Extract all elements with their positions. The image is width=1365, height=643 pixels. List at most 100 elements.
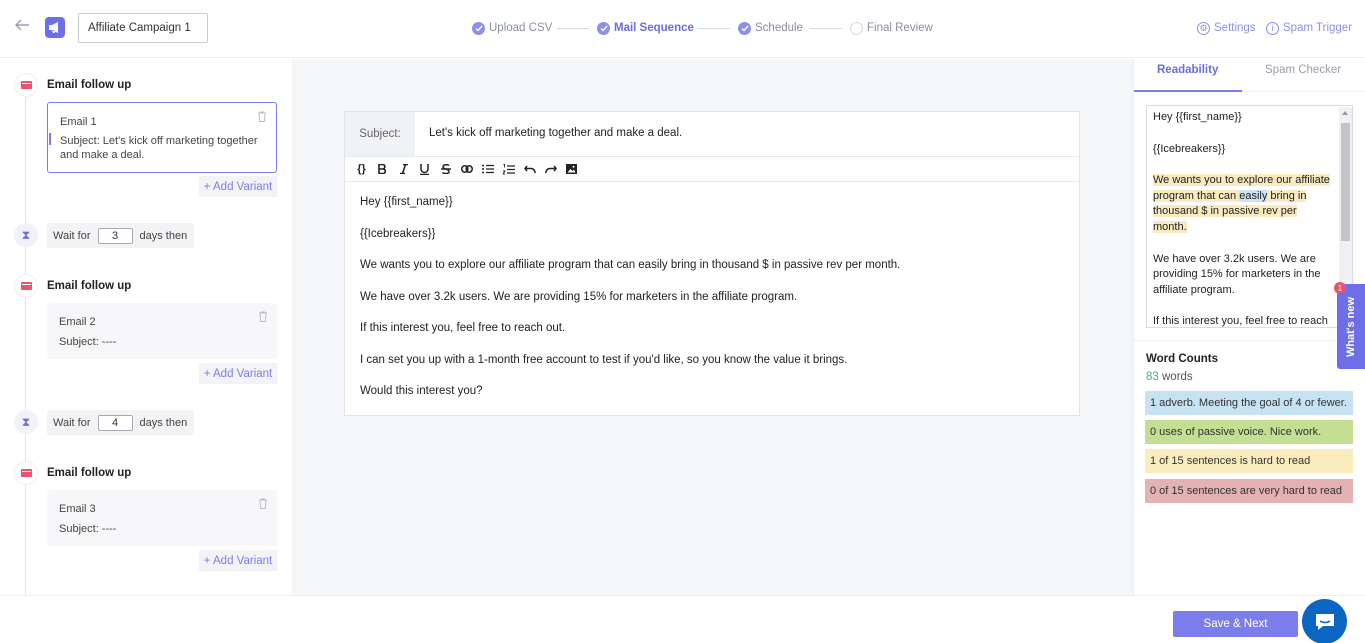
wait-days-input[interactable] <box>97 227 133 244</box>
underline-icon[interactable] <box>414 159 435 179</box>
stat-very-hard-sentences: 0 of 15 sentences are very hard to read <box>1145 479 1353 503</box>
step-mail-sequence[interactable]: Mail Sequence <box>597 20 694 36</box>
add-variant-button[interactable]: + Add Variant <box>199 176 277 197</box>
section-title: Email follow up <box>47 79 132 91</box>
word-counts-title: Word Counts <box>1146 353 1218 365</box>
formatting-toolbar: {} <box>345 157 1079 182</box>
editor-area: Subject: Let's kick off marketing togeth… <box>292 59 1133 595</box>
step-connector <box>698 28 730 29</box>
mail-icon <box>14 274 38 298</box>
tab-readability[interactable]: Readability <box>1157 64 1218 76</box>
words-label: words <box>1162 371 1193 383</box>
scroll-thumb[interactable] <box>1341 123 1350 241</box>
sequence-sidebar: Email follow up Email 1 Subject: Let's k… <box>0 59 292 595</box>
subject-label: Subject: <box>345 112 415 156</box>
mail-icon <box>14 73 38 97</box>
footer-bar: Save & Next <box>0 595 1365 643</box>
mail-icon <box>14 461 38 485</box>
strikethrough-icon[interactable] <box>435 159 456 179</box>
preview-paragraph-hard: We wants you to explore our affiliate pr… <box>1153 173 1332 235</box>
active-tab-indicator <box>1134 90 1242 92</box>
bullet-list-icon[interactable] <box>477 159 498 179</box>
subject-row: Subject: Let's kick off marketing togeth… <box>345 112 1079 157</box>
wait-delay: Wait for days then <box>47 223 194 248</box>
body-paragraph: Would this interest you? <box>360 385 483 397</box>
readability-preview[interactable]: Hey {{first_name}} {{Icebreakers}} We wa… <box>1146 105 1353 328</box>
whats-new-tab[interactable]: What's new <box>1337 284 1365 369</box>
email-body-editor[interactable]: Hey {{first_name}} {{Icebreakers}} We wa… <box>345 182 1079 429</box>
chat-bubble-icon[interactable] <box>1302 599 1347 643</box>
section-title: Email follow up <box>47 280 132 292</box>
readability-panel: Readability Spam Checker Hey {{first_nam… <box>1133 59 1365 595</box>
trash-icon[interactable] <box>257 111 267 122</box>
preview-paragraph: If this interest you, feel free to reach… <box>1153 315 1328 328</box>
word-count-number: 83 <box>1146 371 1159 383</box>
email-name: Email 3 <box>59 503 96 515</box>
bold-icon[interactable] <box>372 159 393 179</box>
stat-hard-sentences: 1 of 15 sentences is hard to read <box>1145 449 1353 473</box>
image-icon[interactable] <box>561 159 582 179</box>
body-paragraph: If this interest you, feel free to reach… <box>360 322 566 334</box>
add-variant-button[interactable]: + Add Variant <box>199 550 277 571</box>
check-circle-icon <box>738 21 751 35</box>
stat-passive-voice: 0 uses of passive voice. Nice work. <box>1145 420 1353 444</box>
panel-tabs: Readability Spam Checker <box>1134 59 1365 92</box>
redo-icon[interactable] <box>540 159 561 179</box>
body-paragraph: {{Icebreakers}} <box>360 227 436 240</box>
wait-prefix: Wait for <box>53 229 91 242</box>
wait-prefix: Wait for <box>53 416 91 429</box>
step-final-review[interactable]: Final Review <box>850 20 933 36</box>
back-arrow-icon[interactable] <box>14 18 32 38</box>
spam-trigger-label: Spam Trigger <box>1283 22 1353 34</box>
hourglass-icon: ⧗ <box>14 410 38 434</box>
italic-icon[interactable] <box>393 159 414 179</box>
check-circle-icon <box>472 21 485 35</box>
email-name: Email 2 <box>59 316 96 328</box>
email-card-1[interactable]: Email 1 Subject: Let's kick off marketin… <box>47 102 277 173</box>
hourglass-icon: ⧗ <box>14 223 38 247</box>
email-editor: Subject: Let's kick off marketing togeth… <box>344 111 1080 416</box>
wait-days-input[interactable] <box>97 414 133 431</box>
save-next-button[interactable]: Save & Next <box>1173 611 1298 637</box>
body-paragraph: We have over 3.2k users. We are providin… <box>360 290 798 303</box>
subject-input[interactable]: Let's kick off marketing together and ma… <box>429 127 682 139</box>
step-label: Upload CSV <box>489 22 553 34</box>
info-icon: i <box>1266 21 1279 35</box>
step-connector <box>557 28 589 29</box>
section-title: Email follow up <box>47 467 132 479</box>
email-name: Email 1 <box>60 116 97 128</box>
step-upload-csv[interactable]: Upload CSV <box>472 20 552 36</box>
wait-suffix: days then <box>139 229 188 242</box>
email-subject: Subject: ---- <box>59 523 117 535</box>
email-subject: Subject: Let's kick off marketing togeth… <box>60 135 258 161</box>
word-count: 83 words <box>1146 371 1193 383</box>
trash-icon[interactable] <box>258 498 268 509</box>
step-connector <box>810 28 842 29</box>
trash-icon[interactable] <box>258 311 268 322</box>
wait-delay: Wait for days then <box>47 410 194 435</box>
wait-suffix: days then <box>139 416 188 429</box>
gear-icon: ⚙ <box>1197 21 1210 35</box>
email-card-3[interactable]: Email 3 Subject: ---- <box>47 490 277 546</box>
tab-spam-checker[interactable]: Spam Checker <box>1265 64 1341 76</box>
campaign-name-input[interactable] <box>78 13 208 43</box>
scroll-up-icon[interactable] <box>1342 111 1348 115</box>
divider <box>1134 340 1365 341</box>
step-schedule[interactable]: Schedule <box>738 20 803 36</box>
code-variable-icon[interactable]: {} <box>351 159 372 179</box>
stat-adverbs: 1 adverb. Meeting the goal of 4 or fewer… <box>1145 391 1353 415</box>
link-icon[interactable] <box>456 159 477 179</box>
add-variant-button[interactable]: + Add Variant <box>199 363 277 384</box>
whats-new-label: What's new <box>1345 296 1358 357</box>
notification-badge: 1 <box>1334 282 1346 294</box>
top-bar: Upload CSV Mail Sequence Schedule Final … <box>0 0 1365 58</box>
settings-link[interactable]: ⚙ Settings <box>1197 20 1256 36</box>
undo-icon[interactable] <box>519 159 540 179</box>
spam-trigger-link[interactable]: i Spam Trigger <box>1266 20 1352 36</box>
email-subject: Subject: ---- <box>59 336 117 348</box>
timeline-line <box>25 79 26 595</box>
adverb-highlight: easily <box>1239 189 1268 202</box>
email-card-2[interactable]: Email 2 Subject: ---- <box>47 303 277 359</box>
body-paragraph: Hey {{first_name}} <box>360 196 453 208</box>
numbered-list-icon[interactable] <box>498 159 519 179</box>
